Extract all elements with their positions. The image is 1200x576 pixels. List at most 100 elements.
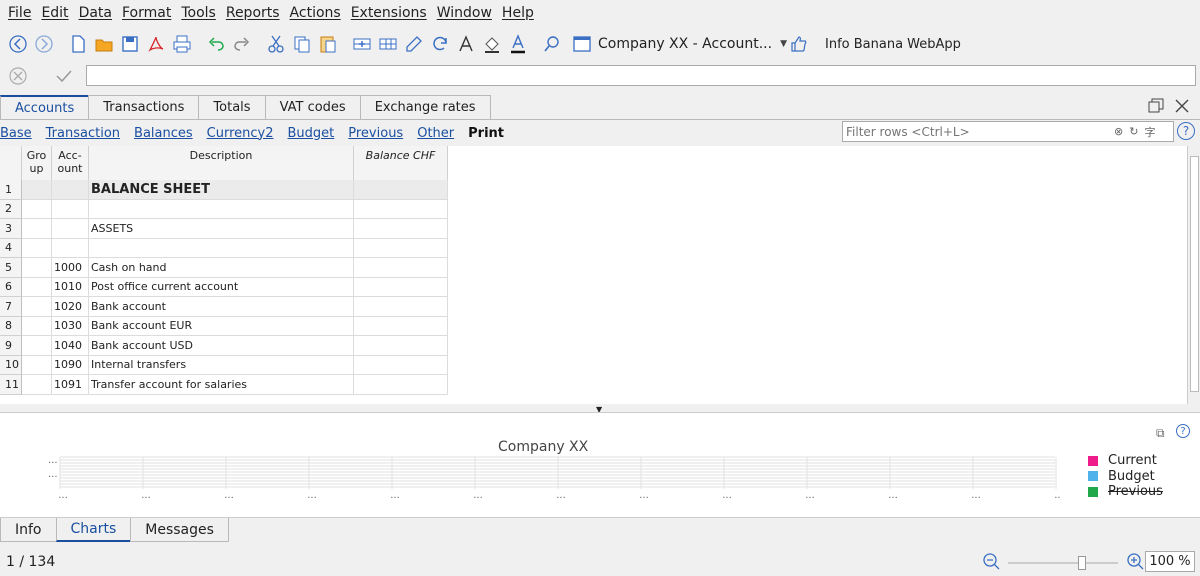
back-icon[interactable]: [6, 32, 30, 56]
table-row[interactable]: 1091 Transfer account for salaries: [22, 375, 448, 395]
menu-format[interactable]: Format: [122, 5, 171, 21]
menu-actions[interactable]: Actions: [290, 5, 341, 21]
cell-balance[interactable]: [354, 238, 448, 257]
cell-group[interactable]: [22, 355, 52, 374]
cell-account[interactable]: 1040: [52, 336, 89, 355]
zoom-in-icon[interactable]: [1126, 552, 1144, 574]
view-other[interactable]: Other: [417, 126, 454, 141]
font-color-icon[interactable]: [506, 32, 530, 56]
row-number[interactable]: 1: [0, 180, 22, 200]
col-balance[interactable]: Balance CHF: [354, 146, 448, 180]
refresh-icon[interactable]: [428, 32, 452, 56]
view-budget[interactable]: Budget: [288, 126, 335, 141]
vertical-scrollbar[interactable]: [1187, 146, 1200, 404]
cell-description[interactable]: Bank account: [89, 297, 354, 316]
cell-group[interactable]: [22, 336, 52, 355]
restore-icon[interactable]: [1148, 98, 1164, 118]
cell-description[interactable]: Bank account EUR: [89, 316, 354, 335]
row-number[interactable]: 10: [0, 355, 22, 375]
undo-icon[interactable]: [204, 32, 228, 56]
tab-messages[interactable]: Messages: [130, 518, 229, 542]
menu-extensions[interactable]: Extensions: [351, 5, 427, 21]
row-number[interactable]: 11: [0, 375, 22, 395]
row-number[interactable]: 2: [0, 199, 22, 219]
font-icon[interactable]: [454, 32, 478, 56]
clear-filter-icon[interactable]: ⊗: [1114, 125, 1123, 138]
cell-account[interactable]: [52, 238, 89, 257]
copy-chart-icon[interactable]: ⧉: [1156, 426, 1165, 441]
add-row-icon[interactable]: [350, 32, 374, 56]
cell-balance[interactable]: [354, 316, 448, 335]
cancel-icon[interactable]: [6, 64, 30, 88]
cell-description[interactable]: [89, 238, 354, 257]
zoom-value[interactable]: 100 %: [1145, 551, 1195, 572]
open-folder-icon[interactable]: [92, 32, 116, 56]
tab-info[interactable]: Info: [0, 518, 57, 542]
cell-group[interactable]: [22, 219, 52, 238]
cell-balance[interactable]: [354, 355, 448, 374]
filter-input[interactable]: [843, 122, 1108, 141]
chart-help-icon[interactable]: ?: [1176, 424, 1190, 438]
cell-group[interactable]: [22, 297, 52, 316]
cell-account[interactable]: [52, 180, 89, 199]
cell-description[interactable]: Cash on hand: [89, 258, 354, 277]
tab-exchange-rates[interactable]: Exchange rates: [359, 95, 491, 119]
cell-balance[interactable]: [354, 258, 448, 277]
view-previous[interactable]: Previous: [348, 126, 403, 141]
cell-account[interactable]: [52, 219, 89, 238]
zoom-out-icon[interactable]: [982, 552, 1000, 574]
tab-totals[interactable]: Totals: [198, 95, 266, 119]
menu-edit[interactable]: Edit: [41, 5, 68, 21]
menu-window[interactable]: Window: [437, 5, 492, 21]
cell-group[interactable]: [22, 316, 52, 335]
new-file-icon[interactable]: [66, 32, 90, 56]
table-row[interactable]: 1040 Bank account USD: [22, 336, 448, 356]
cell-account[interactable]: 1030: [52, 316, 89, 335]
menu-help[interactable]: Help: [502, 5, 534, 21]
cell-group[interactable]: [22, 180, 52, 199]
menu-tools[interactable]: Tools: [181, 5, 216, 21]
table-row[interactable]: 1030 Bank account EUR: [22, 316, 448, 336]
view-transaction[interactable]: Transaction: [46, 126, 120, 141]
cell-group[interactable]: [22, 258, 52, 277]
cell-account[interactable]: 1020: [52, 297, 89, 316]
cell-balance[interactable]: [354, 219, 448, 238]
view-currency2[interactable]: Currency2: [207, 126, 274, 141]
pdf-icon[interactable]: [144, 32, 168, 56]
table-row[interactable]: 1020 Bank account: [22, 297, 448, 317]
confirm-icon[interactable]: [52, 64, 76, 88]
cell-description[interactable]: Bank account USD: [89, 336, 354, 355]
cell-description[interactable]: Transfer account for salaries: [89, 375, 354, 394]
cell-group[interactable]: [22, 238, 52, 257]
refresh-filter-icon[interactable]: ↻: [1129, 125, 1138, 138]
row-number[interactable]: 9: [0, 336, 22, 356]
legend-item[interactable]: Budget: [1088, 469, 1163, 484]
table-row[interactable]: 1090 Internal transfers: [22, 355, 448, 375]
col-account[interactable]: Acc- ount: [52, 146, 89, 180]
edit-icon[interactable]: [402, 32, 426, 56]
cell-group[interactable]: [22, 199, 52, 218]
cell-account[interactable]: 1090: [52, 355, 89, 374]
search-icon[interactable]: [540, 32, 564, 56]
table-row[interactable]: 1010 Post office current account: [22, 277, 448, 297]
translate-icon[interactable]: 字: [1144, 124, 1155, 140]
cell-balance[interactable]: [354, 277, 448, 296]
cell-balance[interactable]: [354, 297, 448, 316]
row-number[interactable]: 7: [0, 297, 22, 317]
table-row[interactable]: [22, 199, 448, 219]
copy-icon[interactable]: [290, 32, 314, 56]
tab-vat-codes[interactable]: VAT codes: [264, 95, 361, 119]
cell-description[interactable]: ASSETS: [89, 219, 354, 238]
row-number[interactable]: 5: [0, 258, 22, 278]
company-select[interactable]: Company XX - Account... ▼: [570, 32, 787, 56]
row-number[interactable]: 3: [0, 219, 22, 239]
cell-balance[interactable]: [354, 199, 448, 218]
zoom-slider[interactable]: [1008, 555, 1118, 571]
menu-data[interactable]: Data: [79, 5, 112, 21]
cell-description[interactable]: Internal transfers: [89, 355, 354, 374]
row-number[interactable]: 8: [0, 316, 22, 336]
table-row[interactable]: 1000 Cash on hand: [22, 258, 448, 278]
row-number[interactable]: 6: [0, 277, 22, 297]
cell-balance[interactable]: [354, 336, 448, 355]
view-balances[interactable]: Balances: [134, 126, 193, 141]
